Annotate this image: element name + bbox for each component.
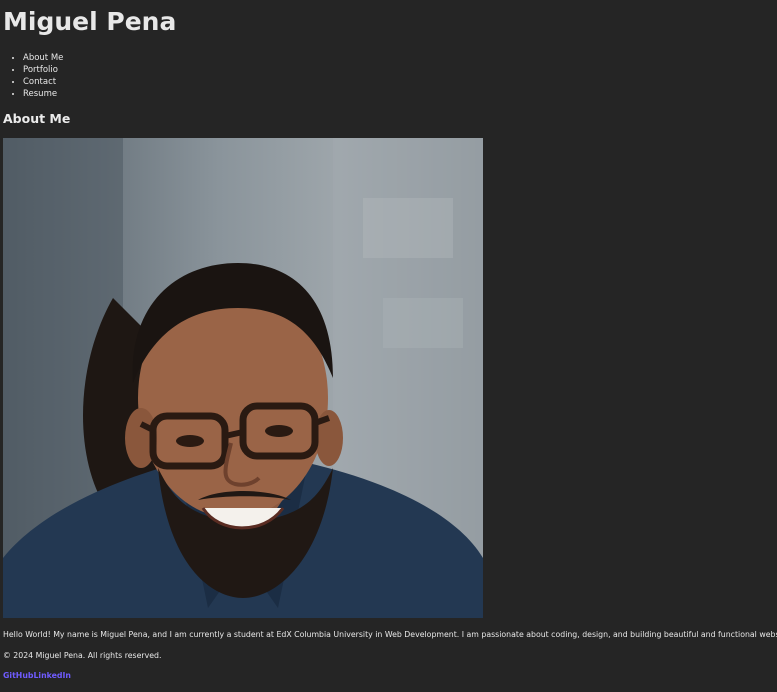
nav-link-resume[interactable]: Resume (23, 89, 57, 99)
github-link[interactable]: GitHub (3, 671, 33, 680)
nav-item-about-me: About Me (23, 52, 63, 64)
about-me-heading: About Me (3, 111, 71, 126)
portrait-illustration (3, 138, 483, 618)
nav-item-portfolio: Portfolio (23, 64, 63, 76)
nav-link-portfolio[interactable]: Portfolio (23, 65, 58, 75)
main-nav: About Me Portfolio Contact Resume (0, 52, 63, 100)
profile-photo (3, 138, 483, 618)
social-links: GitHubLinkedIn (3, 670, 71, 681)
copyright-text: © 2024 Miguel Pena. All rights reserved. (3, 651, 162, 660)
nav-item-resume: Resume (23, 88, 63, 100)
nav-link-about-me[interactable]: About Me (23, 53, 63, 63)
linkedin-link[interactable]: LinkedIn (33, 671, 71, 680)
nav-link-contact[interactable]: Contact (23, 77, 56, 87)
site-title: Miguel Pena (3, 7, 177, 36)
nav-item-contact: Contact (23, 76, 63, 88)
intro-paragraph: Hello World! My name is Miguel Pena, and… (3, 630, 777, 639)
